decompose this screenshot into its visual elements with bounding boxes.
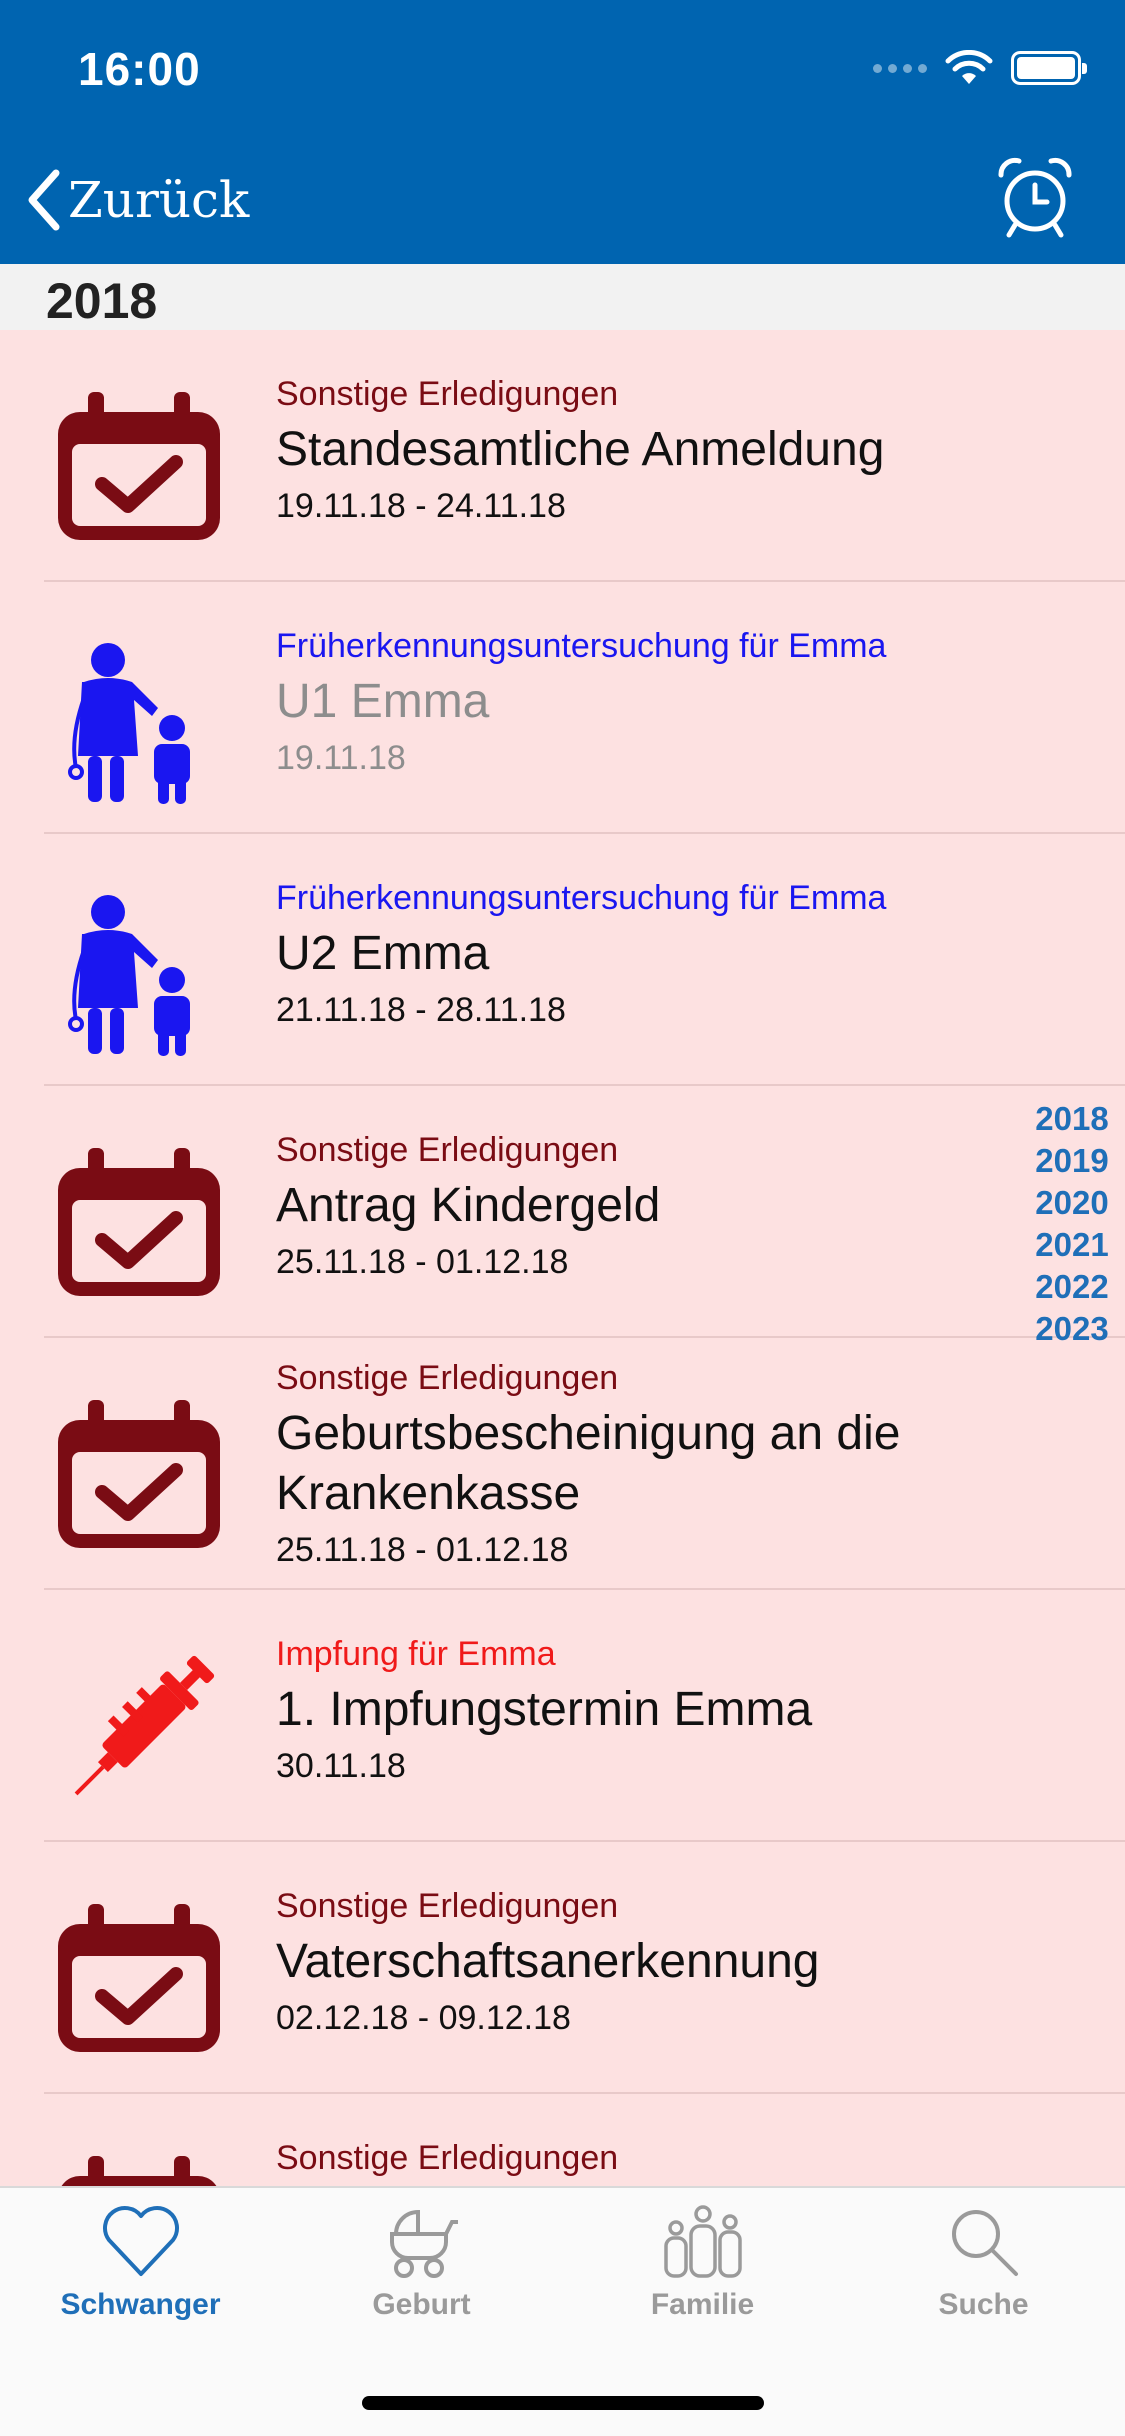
- section-header: 2018: [0, 264, 1125, 330]
- list-item[interactable]: Sonstige Erledigungen Standesamtliche An…: [44, 330, 1125, 582]
- calendar-check-icon: [58, 1148, 220, 1296]
- search-icon: [951, 2210, 1018, 2276]
- tab-label: Familie: [650, 2288, 755, 2321]
- item-date: 19.11.18: [276, 739, 406, 777]
- back-button[interactable]: Zurück: [24, 160, 249, 240]
- item-category: Früherkennungsuntersuchung für Emma: [276, 879, 887, 917]
- year-index-item[interactable]: 2021: [1027, 1224, 1117, 1266]
- list-item[interactable]: Sonstige Erledigungen Vaterschaftsanerke…: [44, 1842, 1125, 2094]
- item-title: U2 Emma: [276, 927, 490, 980]
- item-date: 25.11.18 - 01.12.18: [276, 1531, 569, 1569]
- year-index: 2018 2019 2020 2021 2022 2023: [1027, 1098, 1117, 1350]
- syringe-icon: [74, 1655, 215, 1796]
- item-title: Antrag Kindergeld: [276, 1179, 661, 1232]
- item-category: Sonstige Erledigungen: [276, 1131, 619, 1169]
- item-category: Impfung für Emma: [276, 1635, 556, 1673]
- item-category: Sonstige Erledigungen: [276, 1359, 619, 1397]
- back-label: Zurück: [68, 171, 250, 229]
- year-index-item[interactable]: 2022: [1027, 1266, 1117, 1308]
- stroller-icon: [389, 2209, 458, 2278]
- item-category: Früherkennungsuntersuchung für Emma: [276, 627, 887, 665]
- doctor-child-icon: [68, 643, 190, 804]
- list-item[interactable]: Sonstige Erledigungen Geburtsbescheinigu…: [44, 1338, 1125, 1590]
- tab-schwanger[interactable]: Schwanger: [0, 2204, 281, 2344]
- list-item[interactable]: Sonstige Erledigungen Antrag Kindergeld …: [44, 1086, 1125, 1338]
- item-date: 25.11.18 - 01.12.18: [276, 1243, 569, 1281]
- family-icon: [663, 2205, 742, 2278]
- tab-suche[interactable]: Suche: [843, 2204, 1124, 2344]
- item-category: Sonstige Erledigungen: [276, 375, 619, 413]
- item-title: Vaterschaftsanerkennung: [276, 1935, 820, 1988]
- calendar-check-icon: [58, 1400, 220, 1548]
- event-list: Sonstige Erledigungen Standesamtliche An…: [0, 330, 1125, 2346]
- list-item[interactable]: Früherkennungsuntersuchung für Emma U1 E…: [44, 582, 1125, 834]
- chevron-left-icon: [28, 169, 60, 231]
- tab-familie[interactable]: Familie: [562, 2204, 843, 2344]
- list-item[interactable]: Früherkennungsuntersuchung für Emma U2 E…: [44, 834, 1125, 1086]
- cellular-signal-icon: [873, 63, 927, 73]
- item-date: 21.11.18 - 28.11.18: [276, 991, 566, 1029]
- tab-label: Geburt: [372, 2288, 471, 2321]
- tab-label: Suche: [938, 2288, 1029, 2321]
- list-item[interactable]: Impfung für Emma 1. Impfungstermin Emma …: [44, 1590, 1125, 1842]
- item-title: Geburtsbescheinigung an die Krankenkasse: [276, 1407, 901, 1520]
- item-title: U1 Emma: [276, 675, 490, 728]
- year-index-item[interactable]: 2023: [1027, 1308, 1117, 1350]
- calendar-check-icon: [58, 1904, 220, 2052]
- navigation-bar: 16:00 Zurück: [0, 0, 1125, 264]
- year-index-item[interactable]: 2018: [1027, 1098, 1117, 1140]
- battery-icon: [1011, 51, 1087, 85]
- alarm-clock-icon[interactable]: [993, 155, 1077, 239]
- item-title: 1. Impfungstermin Emma: [276, 1683, 813, 1736]
- item-date: 02.12.18 - 09.12.18: [276, 1999, 571, 2037]
- tab-geburt[interactable]: Geburt: [281, 2204, 562, 2344]
- status-indicators: [873, 48, 1087, 88]
- item-title: Standesamtliche Anmeldung: [276, 423, 885, 476]
- status-time: 16:00: [78, 43, 201, 95]
- year-index-item[interactable]: 2019: [1027, 1140, 1117, 1182]
- calendar-check-icon: [58, 392, 220, 540]
- heart-icon: [102, 2206, 179, 2276]
- item-date: 19.11.18 - 24.11.18: [276, 487, 566, 525]
- tab-label: Schwanger: [60, 2288, 221, 2321]
- home-indicator[interactable]: [362, 2396, 764, 2410]
- section-title: 2018: [46, 273, 158, 329]
- item-category: Sonstige Erledigungen: [276, 1887, 619, 1925]
- item-date: 30.11.18: [276, 1747, 406, 1785]
- year-index-item[interactable]: 2020: [1027, 1182, 1117, 1224]
- doctor-child-icon: [68, 895, 190, 1056]
- item-category: Sonstige Erledigungen: [276, 2139, 619, 2177]
- wifi-icon: [945, 50, 993, 84]
